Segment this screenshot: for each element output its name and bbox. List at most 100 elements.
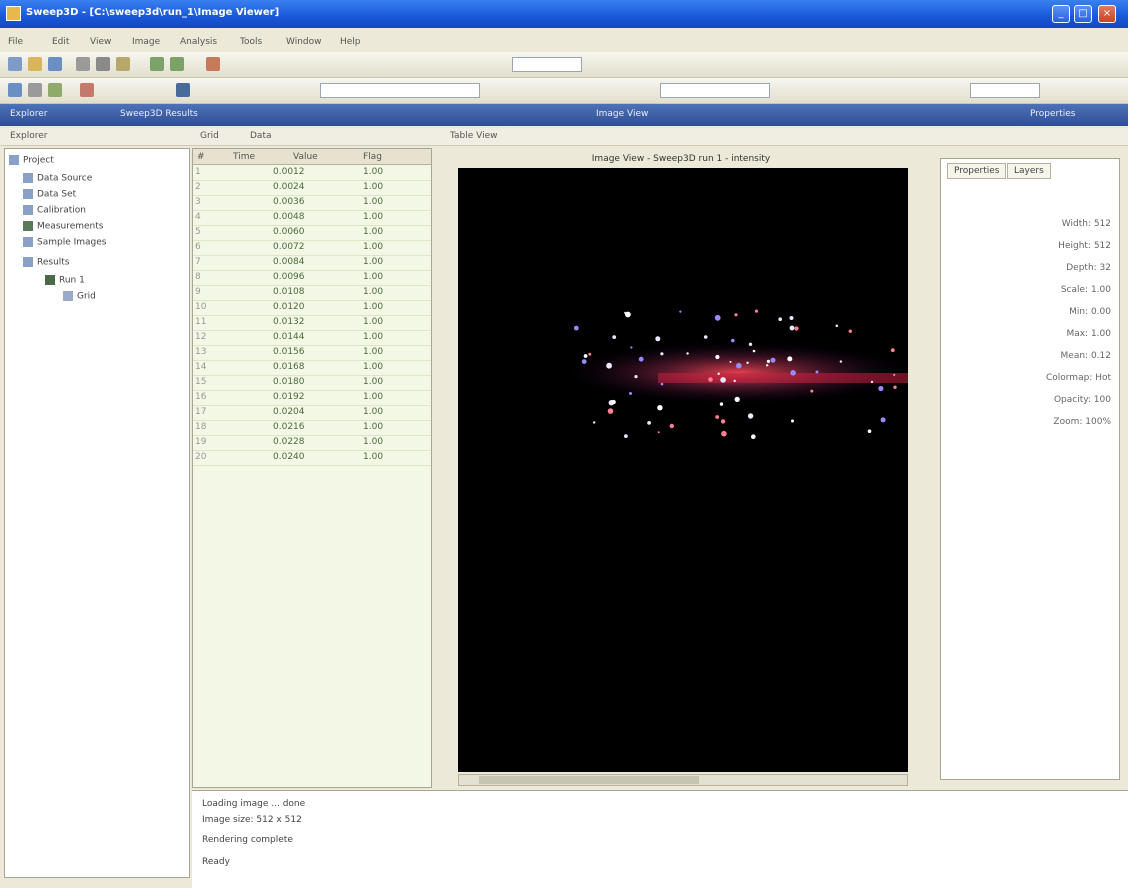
tab-properties[interactable]: Properties <box>947 163 1007 179</box>
tab-layers[interactable]: Layers <box>1007 163 1051 179</box>
open-icon[interactable] <box>28 57 42 71</box>
menu-window[interactable]: Window <box>286 37 322 47</box>
redo-icon[interactable] <box>170 57 184 71</box>
copy-icon[interactable] <box>96 57 110 71</box>
table-row[interactable]: 6 0.0072 1.00 <box>193 242 431 256</box>
measure-icon[interactable] <box>48 83 62 97</box>
cell-value: 0.0132 <box>273 317 305 327</box>
toolbar-image <box>0 78 1128 104</box>
row-number: 7 <box>195 257 201 267</box>
table-row[interactable]: 12 0.0144 1.00 <box>193 332 431 346</box>
tab-data[interactable]: Data <box>250 131 272 141</box>
tab-table-view[interactable]: Table View <box>450 131 498 141</box>
table-row[interactable]: 10 0.0120 1.00 <box>193 302 431 316</box>
table-row[interactable]: 1 0.0012 1.00 <box>193 167 431 181</box>
grid-icon <box>63 291 73 301</box>
select-icon[interactable] <box>8 83 22 97</box>
image-spot <box>754 309 759 313</box>
row-number: 2 <box>195 182 201 192</box>
image-spot <box>720 377 726 383</box>
new-icon[interactable] <box>8 57 22 71</box>
histogram-icon[interactable] <box>176 83 190 97</box>
table-row[interactable]: 13 0.0156 1.00 <box>193 347 431 361</box>
image-spot <box>624 434 628 438</box>
image-spot <box>890 348 895 353</box>
cell-value: 0.0180 <box>273 377 305 387</box>
image-spot <box>655 336 661 342</box>
table-row[interactable]: 14 0.0168 1.00 <box>193 362 431 376</box>
cell-value: 1.00 <box>363 362 384 372</box>
grid-col-header[interactable]: # <box>197 152 205 162</box>
table-row[interactable]: 3 0.0036 1.00 <box>193 197 431 211</box>
tree-item[interactable]: Grid <box>63 291 96 307</box>
pan-icon[interactable] <box>28 83 42 97</box>
tree-item[interactable]: Calibration <box>23 205 86 221</box>
table-row[interactable]: 16 0.0192 1.00 <box>193 392 431 406</box>
table-row[interactable]: 9 0.0108 1.00 <box>193 287 431 301</box>
cell-value: 0.0036 <box>273 197 305 207</box>
image-spot <box>787 356 793 362</box>
image-canvas[interactable] <box>458 168 908 772</box>
tree-item[interactable]: Run 1 <box>45 275 85 291</box>
tree-item[interactable]: Sample Images <box>23 237 106 253</box>
tab-explorer[interactable]: Explorer <box>10 131 47 141</box>
minimize-button[interactable]: _ <box>1052 5 1070 23</box>
table-row[interactable]: 17 0.0204 1.00 <box>193 407 431 421</box>
save-icon[interactable] <box>48 57 62 71</box>
table-row[interactable]: 2 0.0024 1.00 <box>193 182 431 196</box>
tree-item[interactable]: Results <box>23 257 70 273</box>
table-row[interactable]: 4 0.0048 1.00 <box>193 212 431 226</box>
colormap-select[interactable] <box>660 83 770 98</box>
image-title: Image View - Sweep3D run 1 - intensity <box>591 154 771 164</box>
tree-item[interactable]: Data Set <box>23 189 76 205</box>
table-row[interactable]: 7 0.0084 1.00 <box>193 257 431 271</box>
grid-col-header[interactable]: Value <box>293 152 318 162</box>
run-icon <box>45 275 55 285</box>
menu-image[interactable]: Image <box>132 37 160 47</box>
zoom-icon[interactable] <box>206 57 220 71</box>
menu-file[interactable]: File <box>8 37 23 47</box>
paste-icon[interactable] <box>116 57 130 71</box>
roi-icon[interactable] <box>80 83 94 97</box>
scale-select[interactable] <box>970 83 1040 98</box>
zoom-field[interactable] <box>512 57 582 72</box>
image-spot <box>839 360 843 363</box>
image-spot <box>751 434 756 440</box>
maximize-button[interactable]: □ <box>1074 5 1092 23</box>
undo-icon[interactable] <box>150 57 164 71</box>
horizontal-scrollbar[interactable] <box>458 774 908 786</box>
image-spot <box>729 360 732 363</box>
table-row[interactable]: 5 0.0060 1.00 <box>193 227 431 241</box>
table-row[interactable]: 11 0.0132 1.00 <box>193 317 431 331</box>
toolbar-standard <box>0 52 1128 78</box>
image-spot <box>893 385 897 389</box>
table-row[interactable]: 19 0.0228 1.00 <box>193 437 431 451</box>
properties-panel: Properties Layers Width: 512 Height: 512 D… <box>940 158 1120 780</box>
tree-item[interactable]: Project <box>9 155 54 171</box>
table-row[interactable]: 20 0.0240 1.00 <box>193 452 431 466</box>
tree-item[interactable]: Measurements <box>23 221 103 237</box>
tab-grid[interactable]: Grid <box>200 131 219 141</box>
property-value: Opacity: 100 <box>1053 395 1111 405</box>
grid-col-header[interactable]: Flag <box>363 152 382 162</box>
image-viewer[interactable] <box>458 168 908 772</box>
scroll-thumb[interactable] <box>479 776 699 784</box>
close-button[interactable]: × <box>1098 5 1116 23</box>
image-spot <box>880 417 886 423</box>
menu-edit[interactable]: Edit <box>52 37 69 47</box>
menu-help[interactable]: Help <box>340 37 361 47</box>
menu-analysis[interactable]: Analysis <box>180 37 217 47</box>
property-value: Mean: 0.12 <box>1060 351 1111 361</box>
cut-icon[interactable] <box>76 57 90 71</box>
layer-select[interactable] <box>320 83 480 98</box>
table-row[interactable]: 15 0.0180 1.00 <box>193 377 431 391</box>
menu-view[interactable]: View <box>90 37 111 47</box>
menu-tools[interactable]: Tools <box>240 37 262 47</box>
image-spot <box>611 399 616 405</box>
tree-item[interactable]: Data Source <box>23 173 92 189</box>
table-row[interactable]: 18 0.0216 1.00 <box>193 422 431 436</box>
folder-icon <box>23 257 33 267</box>
table-row[interactable]: 8 0.0096 1.00 <box>193 272 431 286</box>
grid-col-header[interactable]: Time <box>233 152 255 162</box>
image-spot <box>731 338 735 343</box>
